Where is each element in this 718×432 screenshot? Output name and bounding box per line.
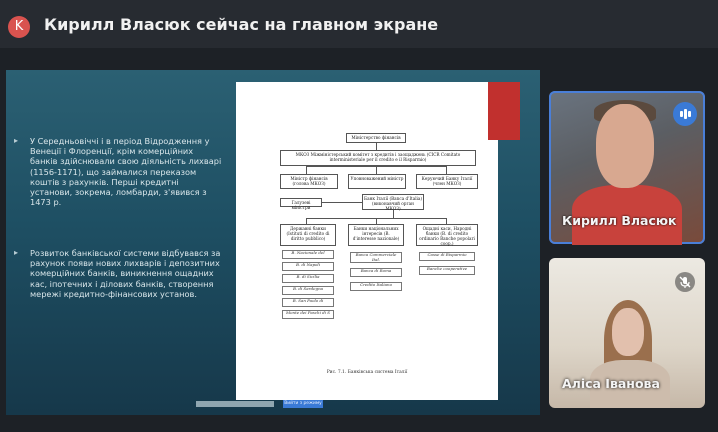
diagram-central-bank-box: Банк Італії (Banca d'Italia) (виконавчий… — [362, 194, 424, 211]
diagram-bank-item: B. Nazionale del — [282, 250, 334, 259]
diagram-bank-item: B. San Paolo di — [282, 298, 334, 307]
diagram-connector — [322, 202, 362, 203]
diagram-connector — [446, 166, 447, 174]
diagram-connector — [376, 143, 377, 150]
slide-bullet: У Середньовіччі і в період Відродження у… — [14, 136, 222, 207]
participant-video — [596, 104, 654, 188]
diagram-bank-item: Monte dei Paschi di S — [282, 310, 334, 319]
participant-video — [612, 308, 644, 356]
diagram-committee-box: МКОЗ Міжміністерський комітет з кредитів… — [280, 150, 476, 166]
diagram-level2-box: Уповноважений міністр — [348, 174, 406, 189]
diagram-bank-item: Banca di Roma — [350, 268, 402, 277]
diagram-bank-item: B. di Sardegna — [282, 286, 334, 295]
diagram-column-header: Банки національних інтересів (B. d'inter… — [348, 224, 404, 246]
slide-accent-bar — [488, 82, 520, 140]
speaking-indicator-icon — [673, 102, 697, 126]
diagram-column-header: Ощадні каси, Народні банки (B. di credit… — [416, 224, 478, 246]
diagram-connector — [306, 166, 307, 174]
meeting-top-bar: K Кирилл Власюк сейчас на главном экране — [0, 0, 718, 48]
shared-screen: У Середньовіччі і в період Відродження у… — [6, 70, 540, 415]
diagram-level2-box: Керуючий Банку Італії (член МКОЗ) — [416, 174, 478, 189]
diagram-ministers-box: Галузеві міністри — [280, 198, 322, 210]
presenter-avatar: K — [8, 16, 30, 38]
diagram-column-header: Державні банки (Istituti di credito di d… — [280, 224, 336, 246]
diagram-bank-item: Banca Commerciale Ital. — [350, 252, 402, 263]
diagram-connector — [393, 210, 394, 218]
diagram-bank-item: Casse di Risparmio — [419, 252, 475, 261]
exit-presentation-button[interactable]: Вийти з режиму — [283, 400, 323, 408]
slide-bullet: Розвиток банківської системи відбувався … — [14, 248, 222, 299]
figure-caption: Рис. 7.1. Банківська система Італії — [326, 370, 408, 375]
diagram-bank-item: B. di Sicilia — [282, 274, 334, 283]
participant-name: Кирилл Власюк — [562, 213, 677, 228]
mic-off-icon — [675, 272, 695, 292]
participant-name: Аліса Іванова — [562, 376, 660, 391]
slide-footer-bar — [196, 401, 274, 407]
diagram-ministry-box: Міністерство фінансів — [346, 133, 406, 143]
diagram-connector — [376, 166, 377, 174]
diagram-bank-item: Credito Italiano — [350, 282, 402, 291]
diagram-level2-box: Міністр фінансів (голова МКОЗ) — [280, 174, 338, 189]
slide-text-panel: У Середньовіччі і в період Відродження у… — [6, 70, 228, 415]
diagram-bank-item: Banche cooperative — [419, 266, 475, 275]
diagram-bank-item: B. di Napoli — [282, 262, 334, 271]
presenting-title: Кирилл Власюк сейчас на главном экране — [44, 15, 439, 34]
slide-document-page: Міністерство фінансів МКОЗ Міжміністерсь… — [236, 82, 520, 400]
